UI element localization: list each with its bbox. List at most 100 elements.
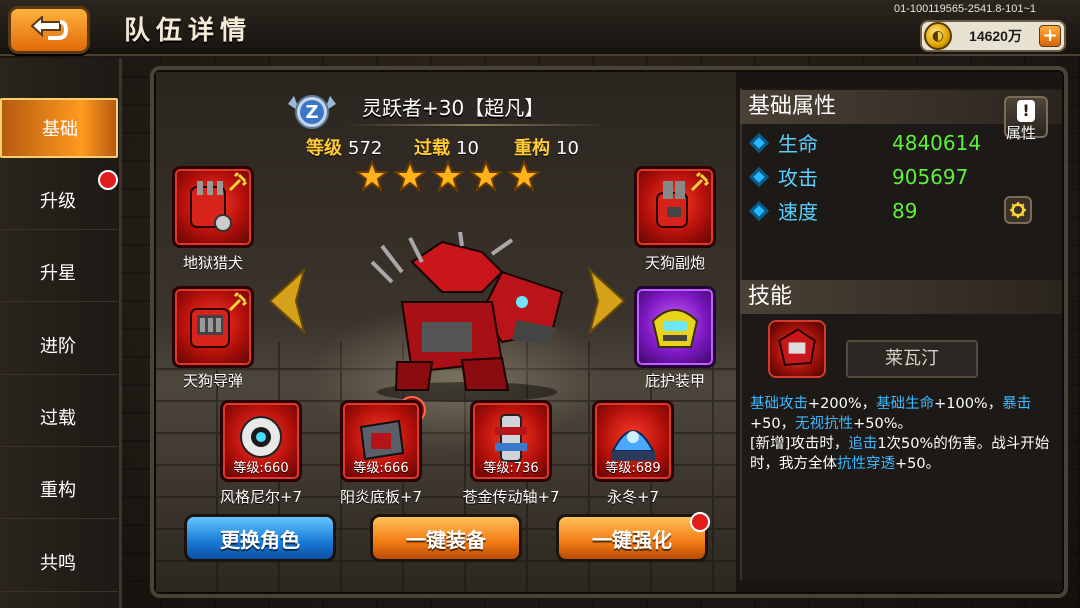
- mech-skill-icon: [778, 328, 816, 366]
- equip-slot-gear-2[interactable]: 等级:666: [340, 400, 422, 482]
- desc-highlight: 基础攻击: [750, 396, 808, 412]
- desc-highlight: 基础生命: [876, 396, 935, 412]
- desc-text: +200%，: [808, 396, 877, 412]
- desc-text: [新增]攻击时，: [750, 436, 849, 452]
- desc-text: +50%。: [853, 416, 912, 432]
- sidebar-item-star-up[interactable]: 升星: [0, 242, 118, 302]
- sidebar-item-label: 进阶: [40, 335, 76, 357]
- equip-name: 永冬+7: [606, 488, 660, 506]
- desc-text: +50，: [750, 416, 796, 432]
- overload-stat: 过载 10: [414, 134, 479, 160]
- equip-slot-gear-3[interactable]: 等级:736: [470, 400, 552, 482]
- skill-header: 技能: [740, 280, 1062, 314]
- page-title: 队伍详情: [124, 16, 253, 46]
- divider: [344, 124, 606, 126]
- equip-slot-gear-1[interactable]: 等级:660: [220, 400, 302, 482]
- wrench-icon: [690, 171, 710, 192]
- sidebar-item-resonance[interactable]: 共鸣: [0, 532, 118, 592]
- rank-letter: Z: [305, 102, 318, 123]
- currency-display: ◐ 14620万 +: [920, 20, 1066, 52]
- equip-slot-armor[interactable]: [634, 286, 716, 368]
- rebuild-value: 10: [556, 138, 579, 159]
- sidebar-item-label: 过载: [40, 407, 76, 429]
- hero-name: 灵跃者+30【超凡】: [362, 96, 545, 120]
- overload-value: 10: [456, 138, 479, 159]
- overload-label: 过载: [414, 138, 450, 159]
- equip-level: 等级:660: [233, 461, 289, 476]
- diamond-icon: [749, 166, 769, 187]
- skill-description: 基础攻击+200%，基础生命+100%，暴击 +50，无视抗性+50%。 [新增]攻…: [750, 394, 1056, 490]
- desc-highlight: 无视抗性: [795, 416, 854, 432]
- back-arrow-icon: [30, 16, 68, 40]
- equip-name: 天狗副炮: [644, 254, 705, 272]
- attr-name: 攻击: [778, 166, 818, 190]
- previous-hero-arrow-icon[interactable]: [266, 268, 306, 334]
- equip-level: 等级:689: [605, 461, 661, 476]
- next-hero-arrow-icon[interactable]: [588, 268, 628, 334]
- skill-icon[interactable]: [768, 320, 826, 378]
- diamond-icon: [749, 132, 769, 153]
- settings-button[interactable]: [1004, 196, 1032, 224]
- wrench-icon: [228, 291, 248, 312]
- attr-value: 4840614: [892, 130, 982, 155]
- attr-value: 905697: [892, 164, 969, 189]
- version-text: 01-100119565-2541.8-101~1: [893, 3, 1036, 15]
- desc-text: +100%，: [934, 396, 1003, 412]
- equip-level: 等级:736: [483, 461, 539, 476]
- star-icon: [432, 160, 464, 192]
- armor-icon: [651, 309, 699, 348]
- one-click-equip-button[interactable]: 一键装备: [370, 514, 522, 562]
- level-stat: 等级 572: [306, 134, 382, 160]
- equip-name: 阳炎底板+7: [339, 488, 423, 506]
- attr-name: 速度: [778, 200, 818, 224]
- desc-highlight: 暴击: [1002, 396, 1032, 412]
- attr-row-hp: 生命 4840614: [749, 128, 982, 157]
- exclamation-icon: !: [1017, 100, 1035, 122]
- equip-slot-gear-4[interactable]: 等级:689: [592, 400, 674, 482]
- skill-name: 莱瓦汀: [846, 340, 978, 378]
- rank-badge-icon: Z: [288, 95, 336, 129]
- notification-dot: [690, 512, 710, 532]
- sidebar-item-rebuild[interactable]: 重构: [0, 459, 118, 519]
- equip-name: 庇护装甲: [644, 372, 705, 390]
- equip-slot-missile[interactable]: [172, 286, 254, 368]
- gear-icon: [1009, 201, 1027, 219]
- attr-row-attack: 攻击 905697: [749, 162, 969, 191]
- currency-value: 14620万: [969, 28, 1022, 44]
- back-button[interactable]: [8, 6, 90, 54]
- equip-name: 苍金传动轴+7: [462, 488, 560, 506]
- sidebar-item-label: 共鸣: [40, 552, 76, 574]
- sidebar-item-overload[interactable]: 过载: [0, 387, 118, 447]
- star-icon: [470, 160, 502, 192]
- equip-level: 等级:666: [353, 461, 409, 476]
- one-click-upgrade-button[interactable]: 一键强化: [556, 514, 708, 562]
- attr-name: 生命: [778, 132, 818, 156]
- rebuild-stat: 重构 10: [514, 134, 579, 160]
- attribute-detail-label: 属性: [1006, 124, 1037, 142]
- coin-icon: ◐: [924, 22, 952, 50]
- attr-value: 89: [892, 198, 918, 223]
- rebuild-label: 重构: [514, 138, 550, 159]
- level-label: 等级: [306, 138, 342, 159]
- attr-row-speed: 速度 89: [749, 196, 918, 225]
- equip-name: 天狗导弹: [182, 372, 243, 390]
- equip-slot-cannon[interactable]: [634, 166, 716, 248]
- add-currency-button[interactable]: +: [1039, 25, 1061, 47]
- star-icon: [508, 160, 540, 192]
- star-rating: [356, 160, 540, 192]
- desc-highlight: 抗性穿透: [837, 456, 895, 472]
- equip-slot-hellhound[interactable]: [172, 166, 254, 248]
- hero-mech-model: [370, 232, 564, 402]
- star-icon: [394, 160, 426, 192]
- sidebar-item-label: 升星: [40, 262, 76, 284]
- change-role-button[interactable]: 更换角色: [184, 514, 336, 562]
- sidebar-item-advance[interactable]: 进阶: [0, 315, 118, 375]
- desc-highlight: 追击: [848, 436, 878, 452]
- star-icon: [356, 160, 388, 192]
- diamond-icon: [749, 200, 769, 221]
- sidebar-item-basic[interactable]: 基础: [0, 98, 118, 158]
- sidebar-item-label: 基础: [42, 119, 78, 140]
- sidebar-item-label: 升级: [40, 190, 76, 212]
- notification-dot: [98, 170, 118, 190]
- equip-name: 地狱猎犬: [182, 254, 243, 272]
